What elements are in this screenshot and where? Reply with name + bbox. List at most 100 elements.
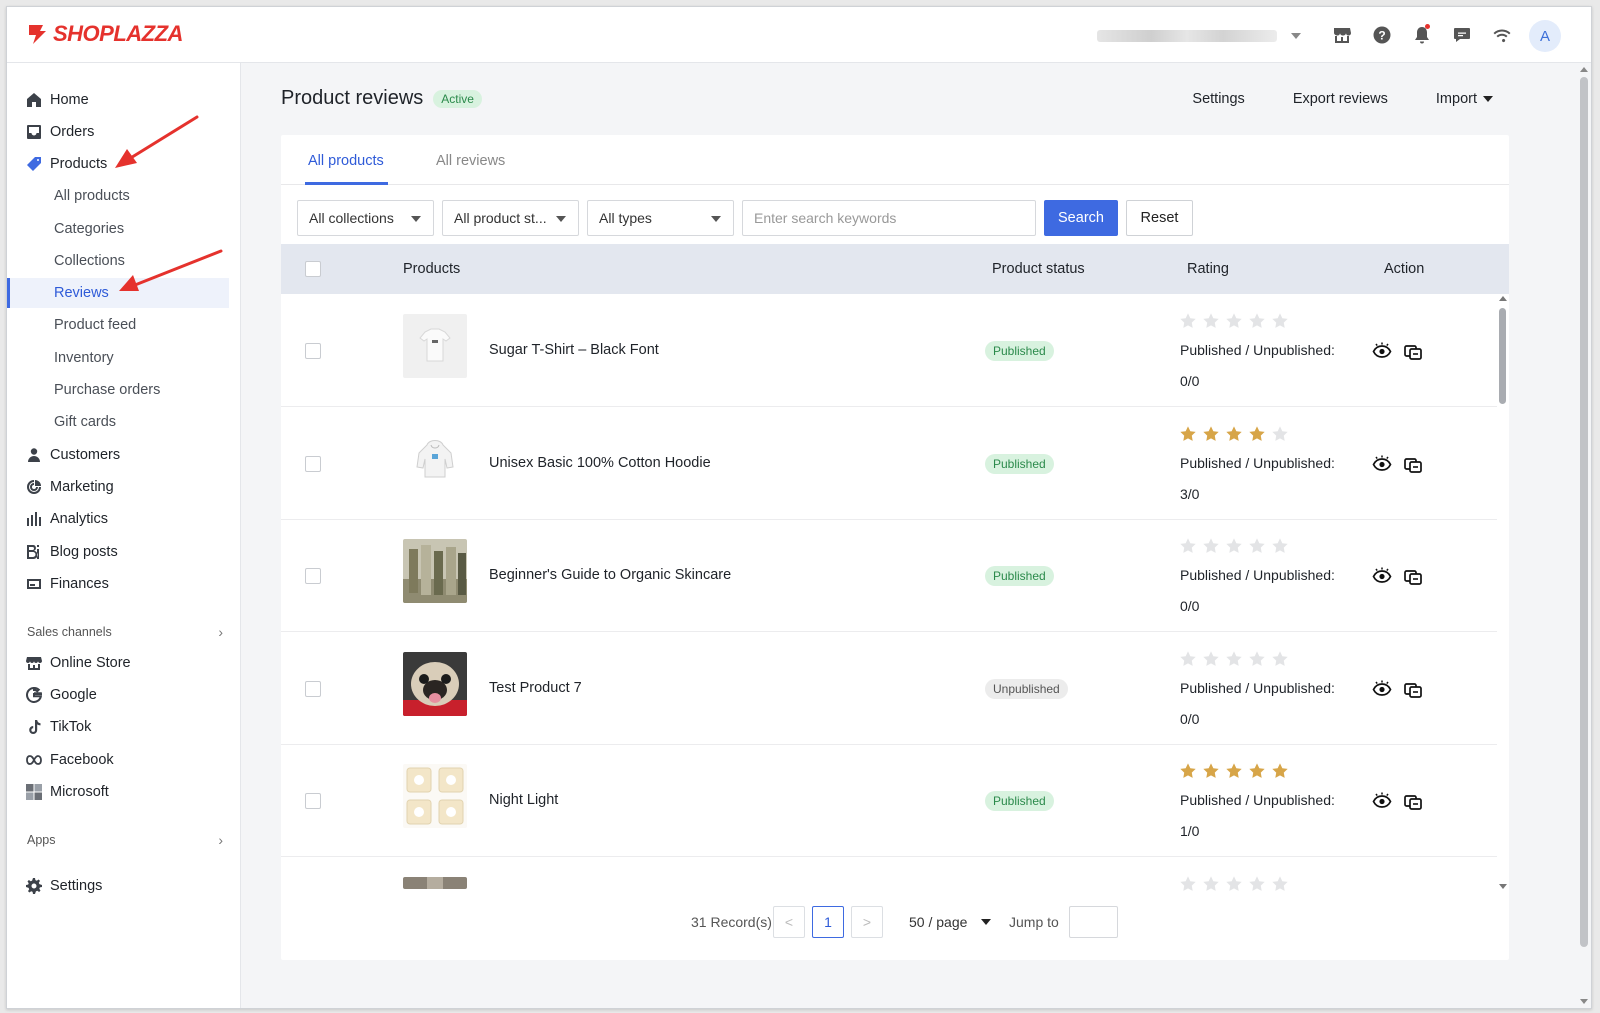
product-thumbnail[interactable] — [403, 314, 467, 378]
table-row[interactable]: Night Light Published Published / Unpublis… — [281, 744, 1497, 857]
wifi-icon[interactable] — [1489, 21, 1515, 49]
product-thumbnail[interactable] — [403, 427, 467, 491]
sidebar-item-orders[interactable]: Orders — [7, 117, 229, 147]
scrollbar-thumb[interactable] — [1499, 308, 1506, 404]
sidebar-subitem-label: Product feed — [54, 317, 137, 333]
row-checkbox[interactable] — [305, 343, 321, 359]
sidebar-item-blog-posts[interactable]: Blog posts — [7, 537, 229, 567]
shoplazza-logo[interactable]: SHOPLAZZA — [25, 21, 183, 47]
sidebar-subitem-purchase-orders[interactable]: Purchase orders — [7, 375, 229, 405]
sidebar-subitem-inventory[interactable]: Inventory — [7, 343, 229, 373]
sidebar-subitem-label: Categories — [54, 221, 125, 237]
table-row[interactable] — [281, 857, 1497, 891]
table-row[interactable]: Test Product 7 Unpublished Published / Unp… — [281, 632, 1497, 745]
star-filled-icon — [1203, 426, 1219, 441]
sidebar-subitem-collections[interactable]: Collections — [7, 246, 229, 276]
jump-to-input[interactable] — [1069, 906, 1118, 938]
sidebar-item-analytics[interactable]: Analytics — [7, 504, 229, 534]
export-reviews-button[interactable]: Export reviews — [1293, 91, 1388, 107]
view-eye-icon[interactable] — [1372, 454, 1392, 474]
scroll-down-arrow-icon[interactable] — [1580, 999, 1588, 1004]
sidebar-subitem-gift-cards[interactable]: Gift cards — [7, 407, 229, 437]
sidebar-subitem-all-products[interactable]: All products — [7, 181, 229, 211]
view-eye-icon[interactable] — [1372, 679, 1392, 699]
rating-stars — [1179, 312, 1289, 330]
copy-icon[interactable] — [1403, 342, 1423, 362]
search-button[interactable]: Search — [1044, 200, 1118, 236]
types-select[interactable]: All types — [587, 200, 734, 236]
table-row[interactable]: Beginner's Guide to Organic Skincare Publ… — [281, 519, 1497, 632]
sidebar-item-finances[interactable]: Finances — [7, 569, 229, 599]
collections-select[interactable]: All collections — [297, 200, 434, 236]
sidebar-subitem-label: Inventory — [54, 350, 114, 366]
product-name[interactable]: Night Light — [489, 792, 558, 808]
table-row[interactable]: Unisex Basic 100% Cotton Hoodie Published… — [281, 407, 1497, 520]
row-checkbox[interactable] — [305, 793, 321, 809]
row-checkbox[interactable] — [305, 568, 321, 584]
copy-icon[interactable] — [1403, 567, 1423, 587]
sidebar-item-tiktok[interactable]: TikTok — [7, 712, 229, 742]
product-name[interactable]: Sugar T-Shirt – Black Font — [489, 342, 659, 358]
star-empty-icon — [1203, 313, 1219, 328]
select-all-checkbox[interactable] — [305, 261, 321, 277]
apps-header[interactable]: Apps › — [27, 832, 223, 848]
sidebar-subitem-reviews[interactable]: Reviews — [7, 278, 229, 308]
prev-page-button[interactable]: < — [773, 906, 805, 938]
sidebar-item-customers[interactable]: Customers — [7, 440, 229, 470]
settings-button[interactable]: Settings — [1192, 91, 1244, 107]
store-icon[interactable] — [1329, 21, 1355, 49]
product-name[interactable]: Test Product 7 — [489, 680, 582, 696]
product-name[interactable]: Unisex Basic 100% Cotton Hoodie — [489, 455, 711, 471]
sidebar-item-microsoft[interactable]: Microsoft — [7, 777, 229, 807]
tab-all-reviews[interactable]: All reviews — [436, 153, 505, 169]
page-number-button[interactable]: 1 — [812, 906, 844, 938]
product-thumbnail[interactable] — [403, 652, 467, 716]
view-eye-icon[interactable] — [1372, 341, 1392, 361]
row-checkbox[interactable] — [305, 681, 321, 697]
scroll-up-arrow-icon[interactable] — [1580, 67, 1588, 72]
row-checkbox[interactable] — [305, 456, 321, 472]
copy-icon[interactable] — [1403, 792, 1423, 812]
tab-all-products[interactable]: All products — [308, 153, 384, 169]
search-input[interactable] — [742, 200, 1036, 236]
bell-icon[interactable] — [1409, 21, 1435, 49]
chat-icon[interactable] — [1449, 21, 1475, 49]
view-eye-icon[interactable] — [1372, 791, 1392, 811]
page-size-select[interactable]: 50 / page — [909, 906, 992, 938]
sidebar-subitem-categories[interactable]: Categories — [7, 214, 229, 244]
product-status-select[interactable]: All product st... — [442, 200, 579, 236]
product-name[interactable]: Beginner's Guide to Organic Skincare — [489, 567, 731, 583]
sidebar-subitem-product-feed[interactable]: Product feed — [7, 310, 229, 340]
sidebar-item-online-store[interactable]: Online Store — [7, 648, 229, 678]
copy-icon[interactable] — [1403, 680, 1423, 700]
next-page-button[interactable]: > — [851, 906, 883, 938]
sidebar-item-label: Online Store — [50, 655, 131, 671]
product-thumbnail[interactable] — [403, 764, 467, 828]
sidebar-item-products[interactable]: Products — [7, 149, 229, 179]
view-eye-icon[interactable] — [1372, 566, 1392, 586]
product-thumbnail[interactable] — [403, 539, 467, 603]
page-scrollbar[interactable] — [1577, 63, 1591, 1008]
scroll-down-arrow-icon[interactable] — [1499, 884, 1507, 889]
star-empty-icon — [1226, 313, 1242, 328]
help-icon[interactable]: ? — [1369, 21, 1395, 49]
table-row[interactable]: Sugar T-Shirt – Black Font Published Publi… — [281, 294, 1497, 407]
table-scrollbar[interactable] — [1497, 294, 1509, 891]
avatar[interactable]: A — [1529, 20, 1561, 52]
sidebar-item-marketing[interactable]: Marketing — [7, 472, 229, 502]
sidebar-item-google[interactable]: Google — [7, 680, 229, 710]
sales-channels-header[interactable]: Sales channels › — [27, 624, 223, 640]
scroll-up-arrow-icon[interactable] — [1499, 296, 1507, 301]
sidebar-item-facebook[interactable]: Facebook — [7, 745, 229, 775]
import-button[interactable]: Import — [1436, 91, 1493, 107]
sidebar-item-home[interactable]: Home — [7, 85, 229, 115]
tag-icon — [25, 155, 43, 173]
scrollbar-thumb[interactable] — [1580, 77, 1588, 947]
star-empty-icon — [1272, 313, 1288, 328]
star-filled-icon — [1203, 763, 1219, 778]
sidebar-item-settings[interactable]: Settings — [7, 871, 229, 901]
reset-button[interactable]: Reset — [1126, 200, 1193, 236]
copy-icon[interactable] — [1403, 455, 1423, 475]
store-selector[interactable] — [1097, 29, 1307, 43]
product-thumbnail[interactable] — [403, 877, 467, 889]
